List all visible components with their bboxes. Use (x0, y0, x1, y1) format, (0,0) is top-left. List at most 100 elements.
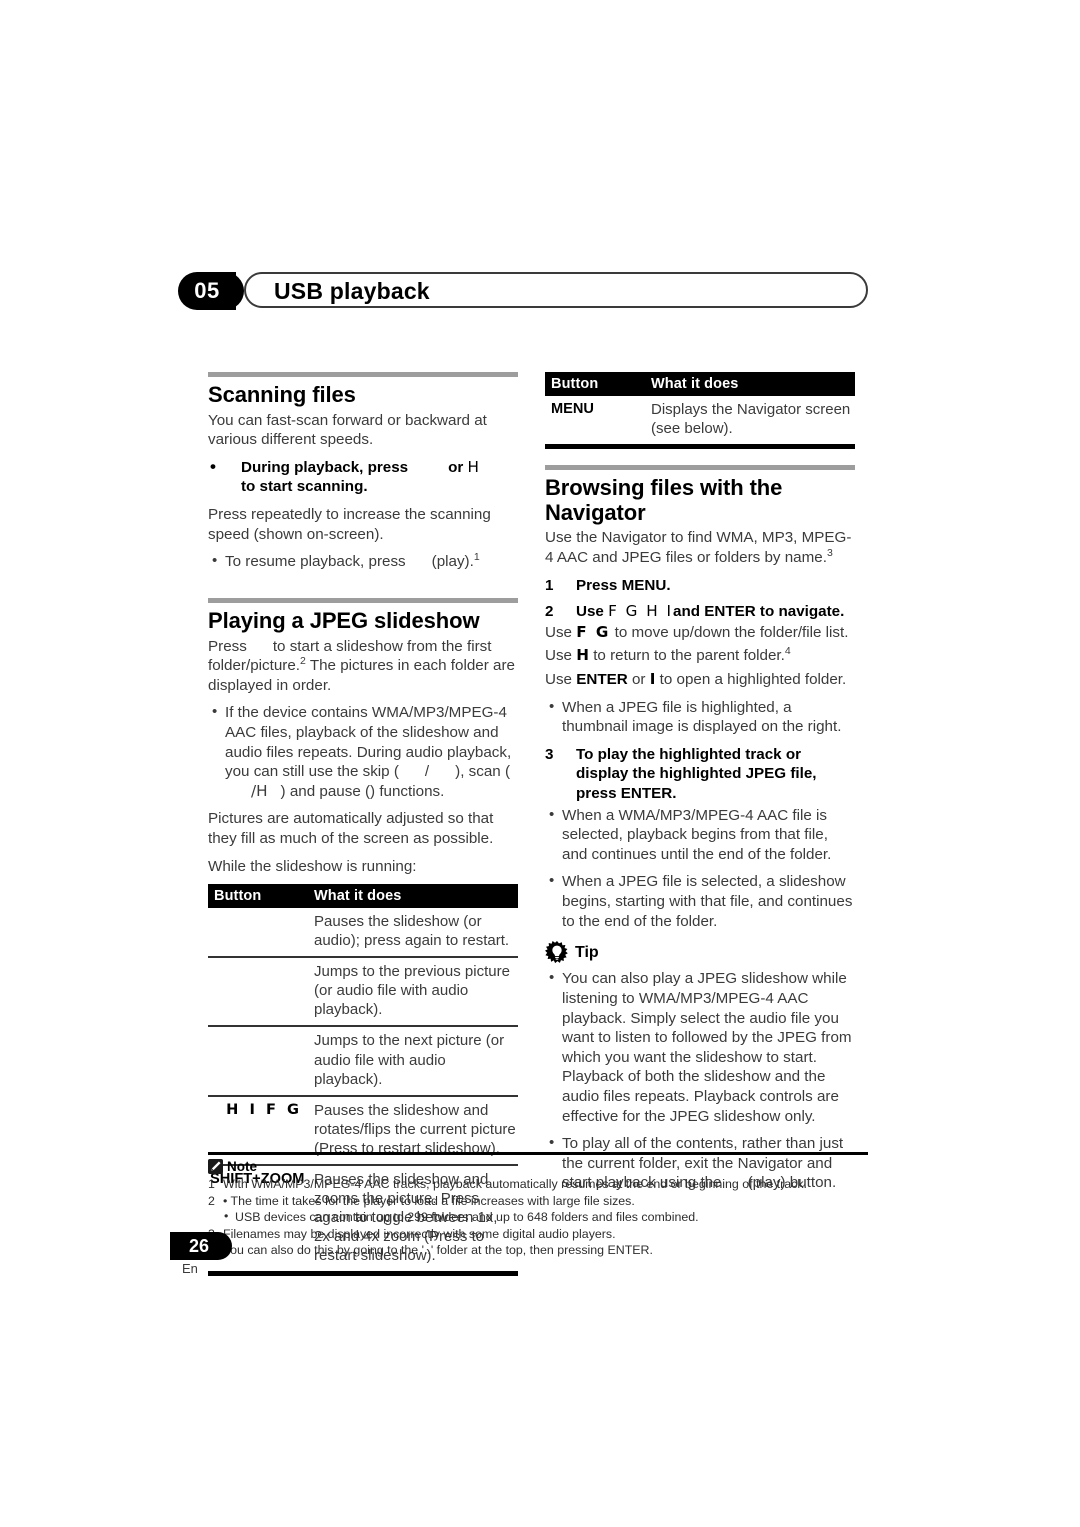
running-header: 05 USB playback (178, 272, 870, 312)
table-row: Jumps to the previous picture (or audio … (208, 956, 518, 1027)
updown-keys: F G (576, 622, 611, 641)
chapter-number-badge: 05 (178, 272, 244, 310)
footnote-ref-3: 3 (826, 546, 833, 559)
footnote-subitem: USB devices can contain up to 299 folder… (208, 1208, 868, 1226)
open-post: to open a highlighted folder. (659, 671, 847, 688)
step-1-number: 1 (545, 576, 554, 594)
updown-post: to move up/down the folder/file list. (614, 623, 849, 641)
cell-button (208, 908, 308, 957)
cell-what: Jumps to the next picture (or audio file… (308, 1025, 518, 1096)
step-2-direction-keys: F G H I (608, 602, 673, 621)
footnote-item: 2 • The time it takes for the player to … (208, 1193, 868, 1210)
slideshow-intro-pre: Press (208, 637, 247, 655)
scanning-instruction-or: or (448, 458, 464, 476)
footnote-ref-1: 1 (473, 551, 480, 564)
slideshow-intro: Press to start a slideshow from the first… (208, 637, 518, 696)
slideshow-fit-text: Pictures are automatically adjusted so t… (208, 810, 494, 847)
section-rule (208, 372, 518, 377)
cell-what: Pauses the slideshow (or audio); press a… (314, 913, 510, 950)
cell-button (208, 1025, 308, 1096)
slideshow-skip-sep: / (424, 763, 430, 781)
slideshow-repeat-b: ), scan ( (455, 763, 510, 781)
scanning-resume-bullet: To resume playback, press (play).1 (208, 551, 518, 572)
scanning-intro: You can fast-scan forward or backward at… (208, 411, 487, 449)
cell-what: Jumps to the previous picture (or audio … (308, 956, 518, 1027)
table-row: Jumps to the next picture (or audio file… (208, 1025, 518, 1096)
left-column: Scanning files You can fast-scan forward… (208, 372, 518, 1276)
step-1: 1 Press MENU. (545, 576, 855, 596)
rotate-flip-keys: H I F G (226, 1100, 302, 1118)
open-enter-key: ENTER (576, 671, 628, 688)
col-header-what-it-does: What it does (308, 884, 518, 909)
table-header-row: Button What it does (208, 884, 518, 909)
slideshow-repeat-bullet: If the device contains WMA/MP3/MPEG-4 AA… (208, 702, 518, 801)
navigator-jpeg-bullet: When a JPEG file is selected, a slidesho… (545, 871, 855, 931)
footnote-text: • The time it takes for the player to lo… (223, 1193, 635, 1208)
footnote-text: With WMA/MP3/MPEG-4 AAC tracks, playback… (223, 1177, 807, 1191)
tip-label: Tip (575, 944, 599, 962)
cell-button-menu: MENU (551, 401, 594, 417)
cell-what: Displays the Navigator screen (see below… (651, 401, 851, 438)
navigator-thumbnail-bullet: When a JPEG file is highlighted, a thumb… (545, 697, 855, 737)
table-header-row: Button What it does (545, 372, 855, 396)
heading-browsing-navigator: Browsing files with the Navigator (545, 475, 783, 525)
pencil-icon (208, 1159, 223, 1174)
step-2-post: and ENTER to navigate. (673, 603, 845, 621)
right-column: Button What it does MENU Displays the Na… (545, 372, 855, 1201)
step-3-number: 3 (545, 745, 554, 763)
scanning-resume-text: To resume playback, press (225, 553, 406, 571)
tip-header: Tip (545, 941, 855, 965)
language-code: En (182, 1261, 198, 1276)
step-2-pre: Use (576, 603, 604, 621)
step-3: 3 To play the highlighted track or displ… (545, 745, 855, 804)
table-row: MENU Displays the Navigator screen (see … (545, 396, 855, 444)
step-2-number: 2 (545, 603, 554, 621)
step-2: 2 Use F G H Iand ENTER to navigate. (545, 602, 855, 622)
footnotes-rule (208, 1152, 868, 1155)
col-header-button: Button (208, 884, 308, 909)
footnote-number: 2 (208, 1193, 215, 1208)
lightbulb-icon (545, 941, 568, 964)
table-row: Pauses the slideshow (or audio); press a… (208, 908, 518, 957)
slideshow-repeat-d: ) functions. (370, 782, 445, 800)
scanning-instruction: During playback, press or Hto start scann… (208, 456, 518, 497)
tip-bullet-1: You can also play a JPEG slideshow while… (545, 968, 855, 1126)
step-3-text: To play the highlighted track or display… (576, 745, 817, 803)
page-footer: 26 En (170, 1232, 290, 1276)
navigator-updown-line: Use F G to move up/down the folder/file … (545, 623, 855, 643)
footnote-text: USB devices can contain up to 299 folder… (235, 1210, 699, 1224)
slideshow-scan-keys: /H (251, 781, 268, 800)
col-header-button: Button (545, 372, 645, 396)
parent-post: to return to the parent folder. (593, 647, 785, 665)
navigator-intro-text: Use the Navigator to find WMA, MP3, MPEG… (545, 529, 852, 566)
open-pre: Use (545, 671, 573, 688)
parent-pre: Use (545, 647, 573, 665)
page-title: USB playback (274, 278, 430, 304)
scanning-instruction-post: to start scanning. (241, 478, 368, 496)
open-or: or (631, 671, 646, 688)
footnote-number: 1 (208, 1177, 215, 1191)
footnote-ref-2: 2 (300, 655, 306, 668)
cell-button (208, 956, 308, 1027)
slideshow-while-running: While the slideshow is running: (208, 857, 417, 875)
heading-scanning-files: Scanning files (208, 382, 356, 407)
step-1-text: Press MENU. (576, 576, 671, 594)
col-header-what-it-does: What it does (645, 372, 855, 396)
scanning-resume-tail: (play). (431, 553, 474, 571)
page-number-badge: 26 (170, 1232, 232, 1260)
scanning-instruction-pre: During playback, press (241, 458, 409, 476)
updown-pre: Use (545, 623, 573, 641)
manual-page: 05 USB playback Scanning files You can f… (0, 0, 1080, 1527)
heading-jpeg-slideshow: Playing a JPEG slideshow (208, 607, 480, 633)
footnote-ref-4: 4 (784, 645, 791, 658)
navigator-open-line: Use ENTER or I to open a highlighted fol… (545, 670, 855, 690)
section-rule-3 (545, 465, 855, 471)
parent-key: H (576, 646, 589, 665)
footnote-item: 4 You can also do this by going to the '… (208, 1242, 868, 1259)
scan-key-symbol: H (467, 457, 479, 476)
menu-button-table: Button What it does MENU Displays the Na… (545, 372, 855, 444)
section-rule-2 (208, 597, 518, 603)
slideshow-repeat-c: ) and pause ( (280, 782, 371, 800)
note-label: Note (227, 1159, 257, 1174)
navigator-parent-line: Use H to return to the parent folder.4 (545, 646, 855, 666)
